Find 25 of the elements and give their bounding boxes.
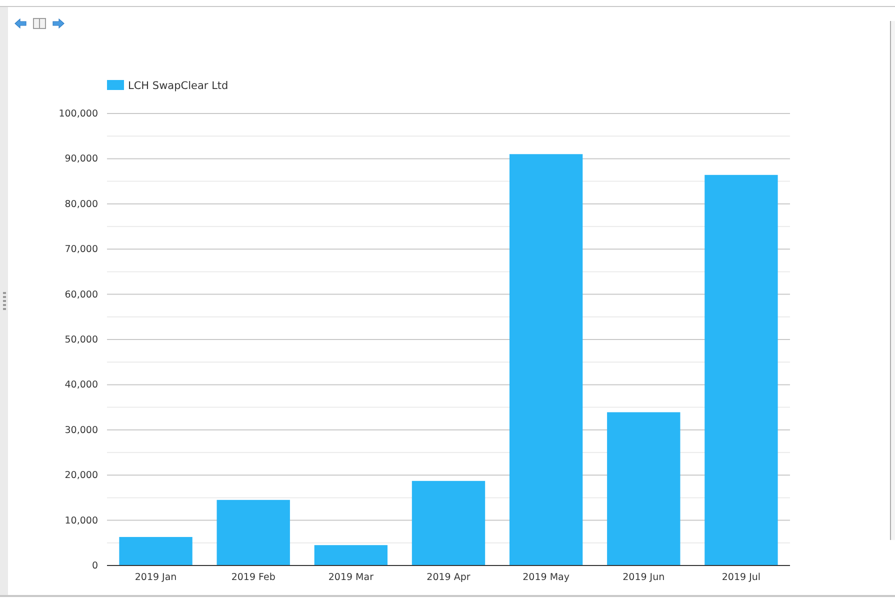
x-axis-label: 2019 Feb: [231, 572, 276, 583]
back-button[interactable]: [14, 17, 27, 30]
y-axis-label: 60,000: [64, 289, 98, 300]
forward-button[interactable]: [52, 17, 65, 30]
y-axis-label: 100,000: [58, 108, 98, 120]
x-axis-label: 2019 Jul: [722, 572, 761, 583]
y-axis-label: 50,000: [64, 334, 98, 346]
y-axis-label: 10,000: [64, 515, 98, 526]
y-axis-label: 0: [92, 560, 98, 572]
panel-button[interactable]: [33, 17, 46, 30]
x-axis-label: 2019 May: [522, 572, 570, 583]
y-axis-label: 20,000: [64, 470, 98, 482]
y-axis-label: 30,000: [64, 424, 98, 436]
y-axis-label: 70,000: [64, 244, 98, 256]
legend-label: LCH SwapClear Ltd: [128, 80, 228, 92]
forward-arrow-icon: [52, 17, 65, 30]
back-arrow-icon: [14, 17, 27, 30]
x-axis-label: 2019 Jan: [134, 572, 177, 583]
x-axis-label: 2019 Jun: [622, 572, 665, 583]
y-axis-label: 40,000: [64, 380, 98, 391]
y-axis-label: 80,000: [64, 198, 98, 210]
columns-icon: [33, 17, 46, 30]
x-axis-label: 2019 Apr: [426, 572, 470, 583]
y-axis-label: 90,000: [64, 154, 98, 165]
x-axis-label: 2019 Mar: [328, 572, 374, 583]
